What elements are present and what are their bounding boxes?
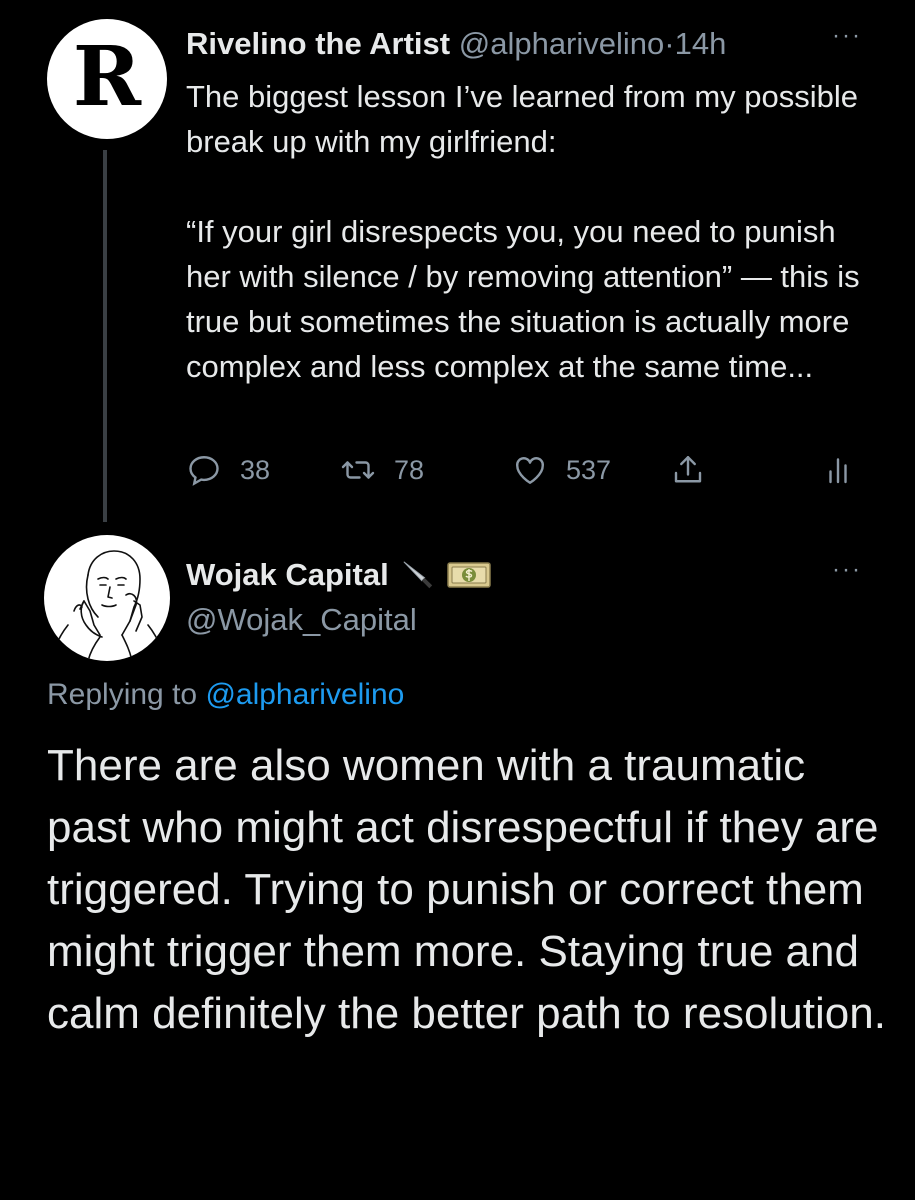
- avatar-letter: R: [72, 29, 142, 125]
- author-handle[interactable]: @alpharivelino: [459, 26, 665, 61]
- author-name-wojak[interactable]: Wojak Capital: [186, 555, 491, 595]
- tweet-paragraph: The biggest lesson I’ve learned from my …: [186, 79, 858, 159]
- replying-label: Replying to: [47, 678, 198, 711]
- author-name: Wojak Capital: [186, 557, 389, 592]
- more-options-icon[interactable]: ···: [832, 22, 862, 50]
- tweet-text: The biggest lesson I’ve learned from my …: [186, 74, 886, 389]
- author-name[interactable]: Rivelino the Artist: [186, 26, 450, 61]
- retweet-button[interactable]: 78: [340, 448, 424, 492]
- reply-button[interactable]: 38: [186, 448, 270, 492]
- analytics-button[interactable]: [820, 448, 856, 492]
- timestamp[interactable]: 14h: [675, 26, 727, 61]
- replying-handle-link[interactable]: @alpharivelino: [205, 678, 404, 711]
- tweet-actions: 38 78 537: [186, 448, 866, 492]
- avatar-wojak[interactable]: [44, 535, 170, 661]
- like-button[interactable]: 537: [512, 448, 611, 492]
- author-handle[interactable]: @Wojak_Capital: [186, 600, 417, 640]
- more-options-icon[interactable]: ···: [832, 556, 862, 584]
- knife-icon: [401, 558, 435, 592]
- share-icon: [674, 456, 702, 483]
- tweet-paragraph: “If your girl disrespects you, you need …: [186, 214, 860, 384]
- replying-to: Replying to @alpharivelino: [47, 674, 404, 716]
- wojak-face-icon: [51, 550, 165, 661]
- reply-text: There are also women with a traumatic pa…: [47, 741, 886, 1038]
- share-button[interactable]: [670, 448, 706, 492]
- money-icon: [446, 560, 491, 590]
- tweet-header: Rivelino the Artist @alpharivelino·14h: [186, 24, 726, 64]
- retweet-count: 78: [394, 454, 425, 485]
- separator-dot: ·: [664, 26, 675, 61]
- reply-icon: [189, 456, 219, 486]
- retweet-icon: [341, 461, 375, 479]
- reply-count: 38: [240, 454, 271, 485]
- heart-icon: [516, 457, 544, 484]
- avatar-rivelino[interactable]: R: [47, 19, 167, 139]
- like-count: 537: [566, 454, 612, 485]
- analytics-icon: [829, 458, 847, 484]
- thread-line: [103, 150, 107, 522]
